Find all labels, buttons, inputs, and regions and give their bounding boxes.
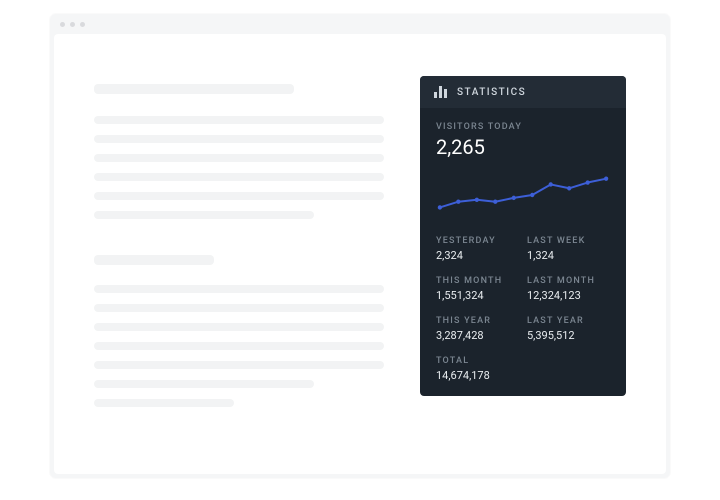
statistics-body: VISITORS TODAY 2,265 YESTERDAY 2,324 LAS…: [420, 108, 626, 396]
skeleton-line: [94, 116, 384, 124]
stat-cell-this-month: THIS MONTH 1,551,324: [436, 276, 519, 302]
stat-cell-last-year: LAST YEAR 5,395,512: [527, 316, 610, 342]
stat-value: 5,395,512: [527, 329, 610, 342]
skeleton-line: [94, 342, 384, 350]
skeleton-line: [94, 173, 384, 181]
stat-value: 3,287,428: [436, 329, 519, 342]
stat-cell-total: TOTAL 14,674,178: [436, 356, 610, 382]
stat-cell-last-month: LAST MONTH 12,324,123: [527, 276, 610, 302]
window-dot-icon: [80, 22, 85, 27]
visitors-today-label: VISITORS TODAY: [436, 122, 610, 132]
skeleton-line: [94, 361, 384, 369]
skeleton-line: [94, 285, 384, 293]
stat-label: THIS MONTH: [436, 276, 519, 286]
window-controls: [50, 14, 670, 34]
skeleton-line: [94, 154, 384, 162]
statistics-header: STATISTICS: [420, 76, 626, 108]
stat-label: YESTERDAY: [436, 236, 519, 246]
browser-frame: STATISTICS VISITORS TODAY 2,265 YESTERDA…: [50, 14, 670, 478]
skeleton-line: [94, 380, 314, 388]
skeleton-line: [94, 135, 384, 143]
stat-value: 14,674,178: [436, 369, 610, 382]
skeleton-line: [94, 399, 234, 407]
window-dot-icon: [70, 22, 75, 27]
stat-label: TOTAL: [436, 356, 610, 366]
skeleton-line: [94, 192, 384, 200]
stat-value: 1,551,324: [436, 289, 519, 302]
content-skeleton: [94, 84, 384, 407]
skeleton-line: [94, 304, 384, 312]
window-dot-icon: [60, 22, 65, 27]
stat-label: LAST YEAR: [527, 316, 610, 326]
stat-value: 12,324,123: [527, 289, 610, 302]
visitors-today-value: 2,265: [436, 135, 610, 159]
sparkline-chart: [436, 167, 610, 223]
page-body: STATISTICS VISITORS TODAY 2,265 YESTERDA…: [54, 34, 666, 474]
skeleton-line: [94, 211, 314, 219]
stats-grid: YESTERDAY 2,324 LAST WEEK 1,324 THIS MON…: [436, 236, 610, 342]
stat-label: THIS YEAR: [436, 316, 519, 326]
skeleton-line: [94, 323, 384, 331]
skeleton-line: [94, 255, 214, 265]
skeleton-line: [94, 84, 294, 94]
bar-chart-icon: [434, 86, 448, 98]
stat-label: LAST MONTH: [527, 276, 610, 286]
stat-cell-last-week: LAST WEEK 1,324: [527, 236, 610, 262]
statistics-panel: STATISTICS VISITORS TODAY 2,265 YESTERDA…: [420, 76, 626, 396]
stat-value: 1,324: [527, 249, 610, 262]
stat-cell-yesterday: YESTERDAY 2,324: [436, 236, 519, 262]
stat-value: 2,324: [436, 249, 519, 262]
stat-cell-this-year: THIS YEAR 3,287,428: [436, 316, 519, 342]
statistics-title: STATISTICS: [457, 87, 526, 98]
stat-label: LAST WEEK: [527, 236, 610, 246]
